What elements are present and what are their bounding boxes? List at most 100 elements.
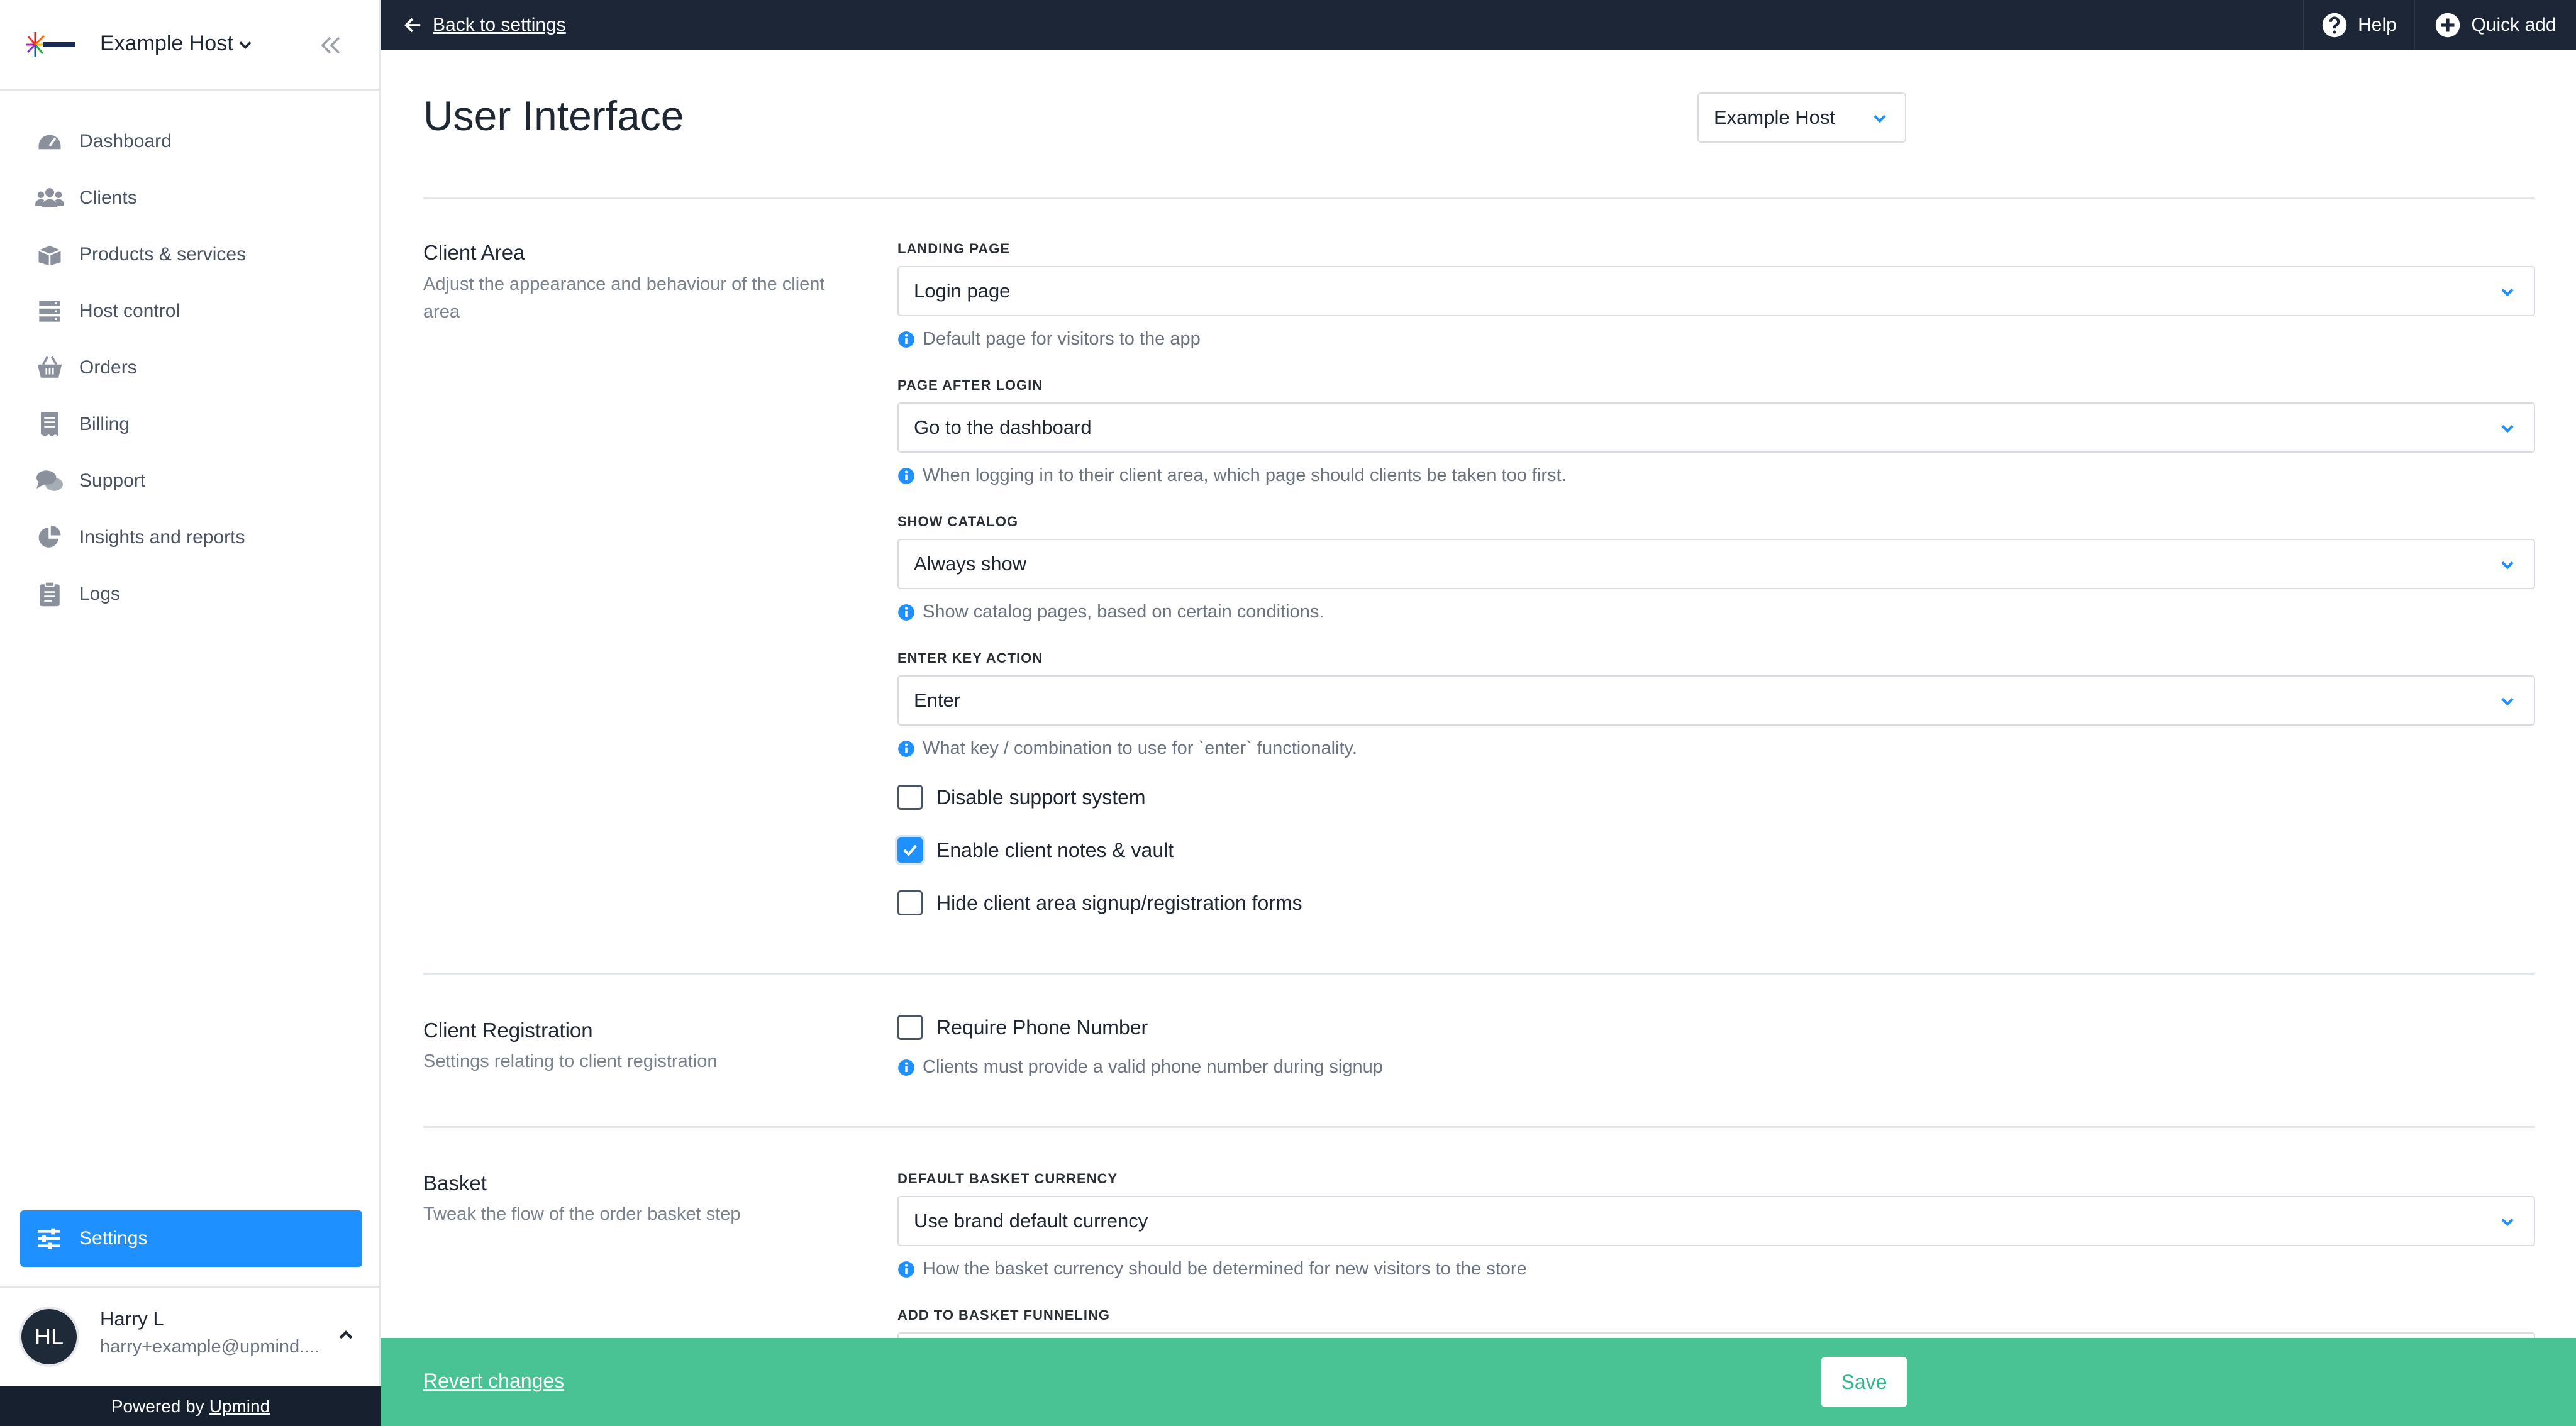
require-phone-checkbox[interactable]: Require Phone Number [897, 1015, 1148, 1040]
page-after-login-select[interactable]: Go to the dashboard [897, 402, 2535, 453]
chevron-down-icon [2501, 288, 2514, 297]
main-content: User Interface Example Host Client Area … [381, 50, 2576, 1338]
section-description-client-area: Adjust the appearance and behaviour of t… [423, 274, 825, 322]
box-icon [35, 240, 64, 269]
sidebar-item-clients[interactable]: Clients [0, 170, 379, 226]
revert-changes-link[interactable]: Revert changes [423, 1369, 564, 1393]
save-button[interactable]: Save [1821, 1357, 1907, 1407]
chevron-down-icon [2501, 1218, 2514, 1227]
help-button[interactable]: Help [2303, 0, 2414, 50]
help-label: Help [2358, 14, 2397, 35]
brand-select[interactable]: Example Host [1697, 92, 1906, 143]
sidebar-item-support[interactable]: Support [0, 453, 379, 509]
collapse-sidebar-icon[interactable] [318, 34, 343, 57]
checkmark-icon [903, 844, 917, 857]
sidebar-item-logs[interactable]: Logs [0, 566, 379, 622]
arrow-left-icon [404, 18, 421, 33]
sidebar-item-insights[interactable]: Insights and reports [0, 509, 379, 566]
default-basket-currency-label: DEFAULT BASKET CURRENCY [897, 1171, 1118, 1186]
checkbox-label: Require Phone Number [936, 1015, 1148, 1039]
enable-client-notes-checkbox[interactable]: Enable client notes & vault [897, 837, 1174, 863]
upmind-link[interactable]: Upmind [209, 1396, 270, 1417]
section-title-client-registration: Client Registration [423, 1019, 593, 1042]
chat-icon [35, 467, 64, 495]
top-bar: Back to settings Help Quick add [381, 0, 2576, 50]
company-logo [26, 32, 75, 57]
disable-support-checkbox[interactable]: Disable support system [897, 785, 1146, 810]
chevron-up-icon[interactable] [336, 1325, 355, 1344]
landing-page-select[interactable]: Login page [897, 266, 2535, 316]
clipboard-icon [35, 580, 64, 609]
show-catalog-value: Always show [914, 553, 1027, 575]
checkbox[interactable] [897, 785, 923, 810]
help-text: Clients must provide a valid phone numbe… [923, 1057, 1383, 1077]
help-text: Show catalog pages, based on certain con… [923, 602, 1324, 622]
sidebar-item-dashboard[interactable]: Dashboard [0, 113, 379, 170]
powered-by-text: Powered by [111, 1396, 204, 1416]
sidebar-item-label: Products & services [79, 244, 247, 265]
checkbox-checked[interactable] [897, 837, 923, 863]
user-profile[interactable]: HL Harry L harry+example@upmind.... [0, 1286, 379, 1386]
page-after-login-value: Go to the dashboard [914, 416, 1092, 438]
divider [423, 973, 2535, 975]
back-to-settings-link[interactable]: Back to settings [404, 0, 566, 50]
show-catalog-select[interactable]: Always show [897, 539, 2535, 589]
sidebar-item-label: Settings [79, 1228, 148, 1249]
sliders-icon [37, 1228, 60, 1249]
default-basket-currency-select[interactable]: Use brand default currency [897, 1196, 2535, 1246]
hide-signup-forms-checkbox[interactable]: Hide client area signup/registration for… [897, 890, 1302, 915]
chevron-down-icon [2501, 697, 2514, 706]
user-email: harry+example@upmind.... [100, 1337, 320, 1357]
sidebar-item-billing[interactable]: Billing [0, 396, 379, 453]
sidebar-item-label: Insights and reports [79, 527, 245, 548]
unsaved-changes-bar: Revert changes Save [381, 1338, 2576, 1426]
quick-add-label: Quick add [2471, 14, 2557, 35]
chevron-down-icon[interactable] [236, 36, 254, 54]
enter-key-action-help: What key / combination to use for `enter… [897, 738, 1357, 759]
chevron-down-icon [2501, 561, 2514, 570]
divider [423, 197, 2535, 199]
page-title: User Interface [423, 92, 684, 139]
info-icon [898, 331, 914, 348]
basket-icon [35, 353, 64, 382]
checkbox[interactable] [897, 890, 923, 915]
info-icon [898, 467, 914, 484]
sidebar-item-settings[interactable]: Settings [20, 1210, 362, 1267]
help-text: How the basket currency should be determ… [923, 1259, 1527, 1279]
page-after-login-help: When logging in to their client area, wh… [897, 465, 1567, 486]
brand-name[interactable]: Example Host [100, 31, 233, 56]
back-label: Back to settings [433, 14, 566, 35]
chevron-down-icon [2501, 424, 2514, 433]
default-basket-currency-value: Use brand default currency [914, 1210, 1148, 1232]
receipt-icon [35, 410, 64, 439]
landing-page-value: Login page [914, 280, 1011, 302]
sidebar: Example Host Dashboard Clients Products … [0, 0, 381, 1426]
landing-page-help: Default page for visitors to the app [897, 329, 1201, 350]
add-to-basket-funneling-label: ADD TO BASKET FUNNELING [897, 1307, 1110, 1323]
sidebar-item-host-control[interactable]: Host control [0, 283, 379, 340]
dashboard-icon [35, 127, 64, 156]
section-title-basket: Basket [423, 1171, 487, 1195]
plus-circle-icon [2436, 13, 2460, 38]
sidebar-item-label: Dashboard [79, 131, 172, 152]
add-to-basket-funneling-select[interactable] [897, 1332, 2535, 1338]
help-text: Default page for visitors to the app [923, 329, 1201, 349]
section-description-client-registration: Settings relating to client registration [423, 1051, 718, 1071]
sidebar-item-label: Orders [79, 357, 137, 378]
sidebar-item-orders[interactable]: Orders [0, 340, 379, 396]
sidebar-item-label: Clients [79, 187, 137, 208]
section-description-basket: Tweak the flow of the order basket step [423, 1204, 741, 1224]
landing-page-label: LANDING PAGE [897, 241, 1011, 257]
quick-add-button[interactable]: Quick add [2414, 0, 2576, 50]
checkbox-label: Enable client notes & vault [936, 838, 1174, 861]
checkbox-label: Disable support system [936, 785, 1146, 809]
sidebar-item-label: Billing [79, 414, 130, 434]
enter-key-action-label: ENTER KEY ACTION [897, 650, 1043, 666]
powered-by-footer: Powered by Upmind [0, 1386, 381, 1426]
sidebar-item-label: Support [79, 470, 146, 491]
enter-key-action-select[interactable]: Enter [897, 675, 2535, 726]
sidebar-item-products[interactable]: Products & services [0, 226, 379, 283]
checkbox[interactable] [897, 1015, 923, 1040]
help-text: When logging in to their client area, wh… [923, 465, 1567, 485]
brand-header: Example Host [0, 0, 379, 91]
